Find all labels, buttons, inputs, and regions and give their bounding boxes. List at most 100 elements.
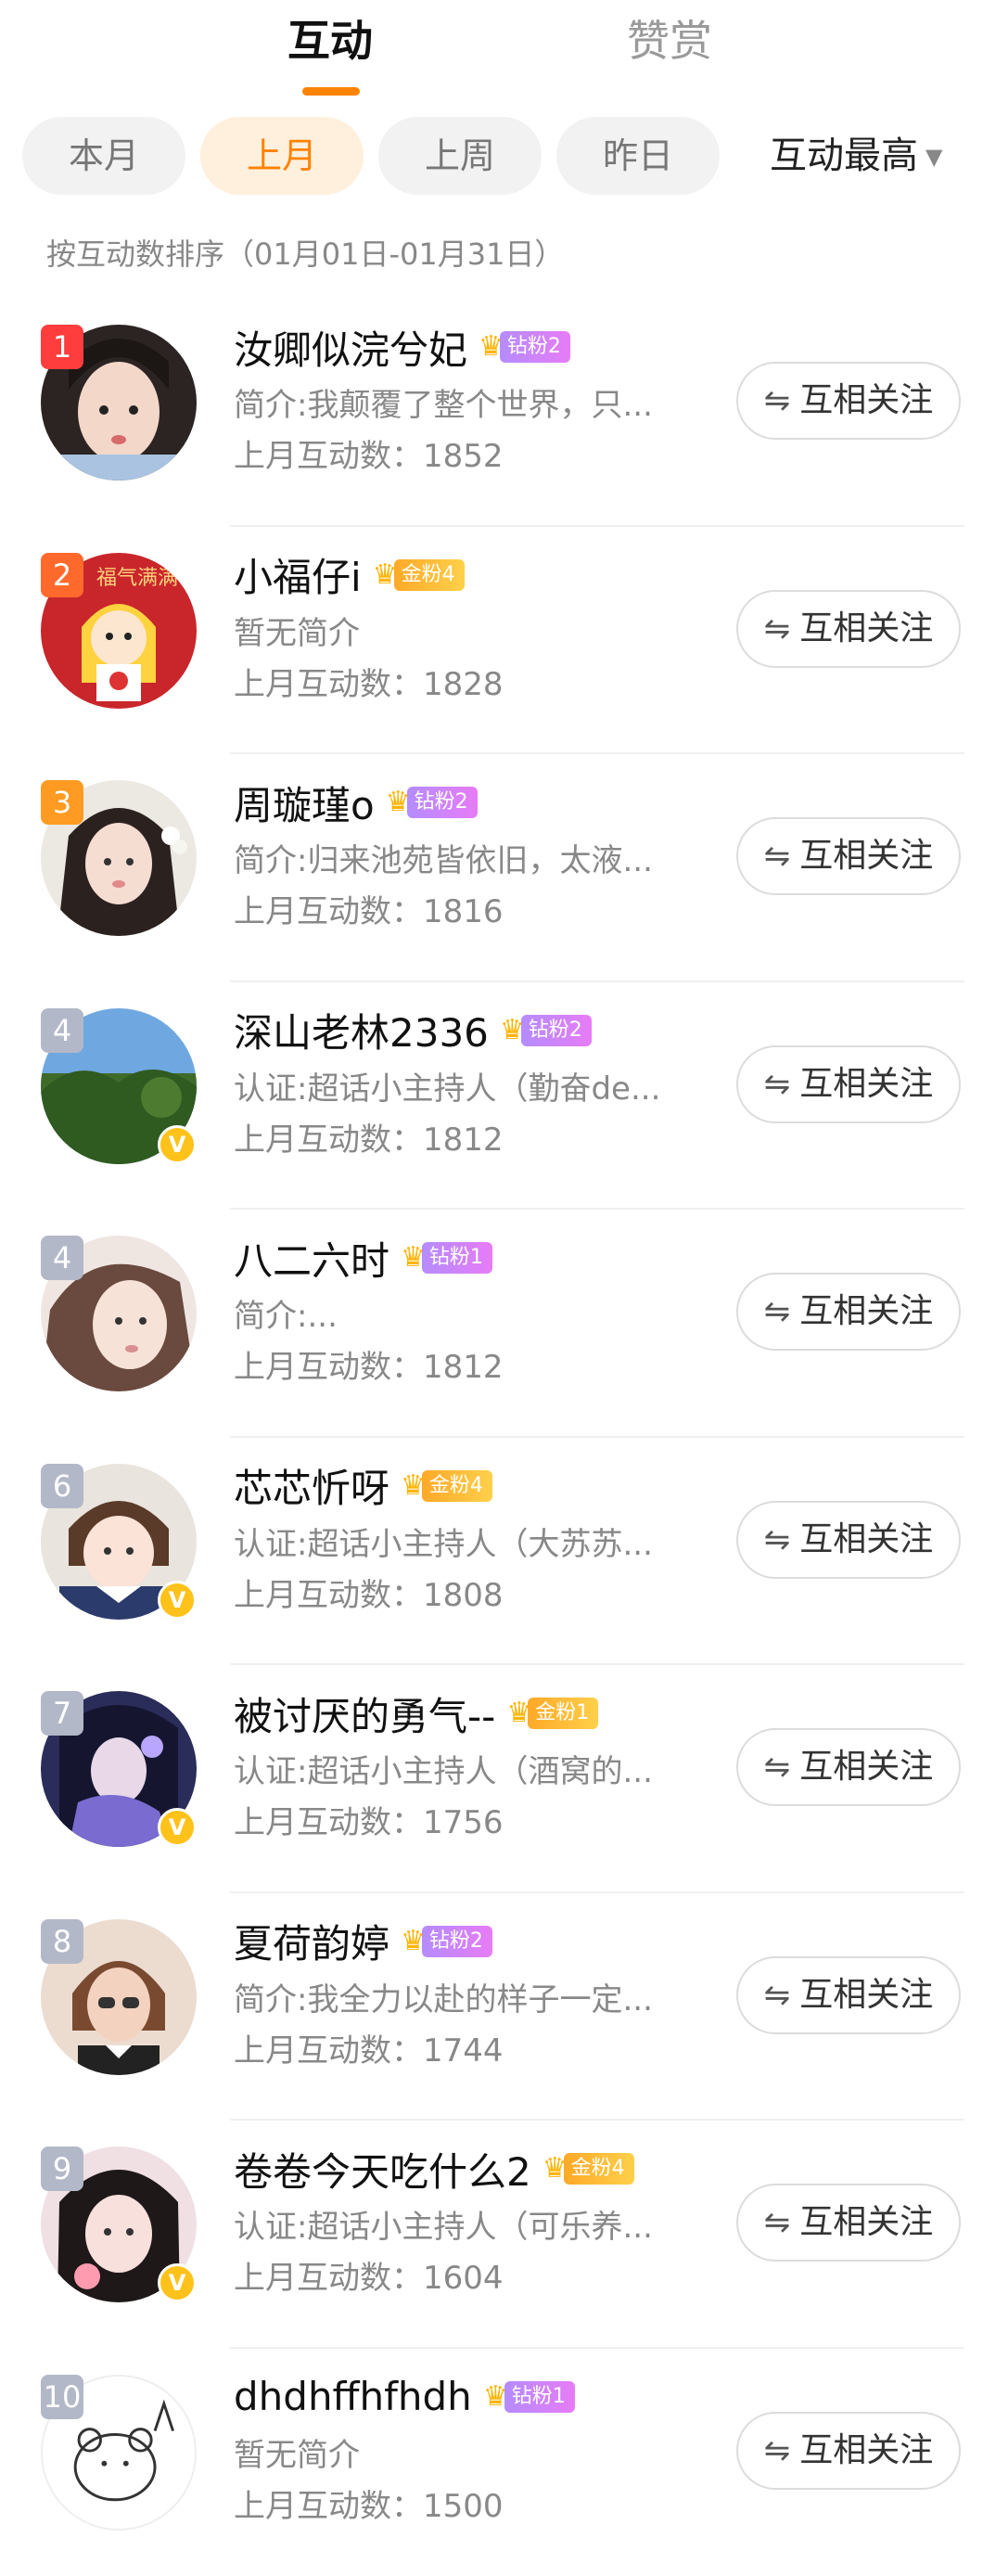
follow-label: 互相关注 bbox=[799, 609, 933, 647]
interaction-count: 上月互动数：1808 bbox=[234, 1573, 504, 1618]
mutual-follow-button[interactable]: ⇋互相关注 bbox=[736, 590, 961, 668]
user-name[interactable]: 汝卿似浣兮妃 bbox=[234, 319, 467, 376]
fan-badge: ♛钻粉1 bbox=[483, 2379, 575, 2415]
user-name[interactable]: dhdhffhfhdh bbox=[234, 2374, 472, 2419]
interaction-count: 上月互动数：1812 bbox=[234, 1118, 504, 1162]
mutual-follow-button[interactable]: ⇋互相关注 bbox=[736, 1273, 961, 1351]
name-line: 八二六时 ♛钻粉1 bbox=[234, 1228, 492, 1288]
list-item[interactable]: 8 夏荷韵婷 ♛钻粉2 简介:我全力以赴的样子一定... 上月互动数：1744 … bbox=[0, 1893, 983, 2121]
list-item[interactable]: V 7 被讨厌的勇气-- ♛金粉1 认证:超话小主持人（酒窝的... 上月互动数… bbox=[0, 1665, 983, 1893]
name-line: 深山老林2336 ♛钻粉2 bbox=[234, 1001, 592, 1060]
fan-level: 钻粉1 bbox=[504, 2381, 575, 2413]
follow-label: 互相关注 bbox=[799, 837, 933, 875]
user-bio: 简介:归来池苑皆依旧，太液... bbox=[234, 839, 697, 882]
follow-label: 互相关注 bbox=[799, 2203, 933, 2241]
follow-label: 互相关注 bbox=[799, 1065, 933, 1103]
swap-arrows-icon: ⇋ bbox=[764, 2204, 791, 2241]
user-name[interactable]: 被讨厌的勇气-- bbox=[234, 1685, 495, 1742]
follow-label: 互相关注 bbox=[799, 2431, 933, 2469]
rank-badge: 1 bbox=[41, 325, 83, 369]
sort-hint: 按互动数排序（01月01日-01月31日） bbox=[46, 236, 564, 273]
fan-badge: ♛金粉4 bbox=[543, 2151, 634, 2186]
user-bio: 简介:... bbox=[234, 1295, 697, 1338]
user-bio: 认证:超话小主持人（酒窝的... bbox=[234, 1750, 697, 1793]
interaction-count: 上月互动数：1744 bbox=[234, 2029, 504, 2073]
user-name[interactable]: 周璇瑾o bbox=[234, 775, 375, 831]
name-line: 小福仔i ♛金粉4 bbox=[234, 545, 465, 605]
mutual-follow-button[interactable]: ⇋互相关注 bbox=[736, 817, 961, 895]
active-tab-indicator bbox=[302, 87, 360, 96]
fan-badge: ♛金粉1 bbox=[506, 1696, 598, 1731]
user-name[interactable]: 深山老林2336 bbox=[234, 1002, 489, 1058]
user-name[interactable]: 芯芯忻呀 bbox=[234, 1457, 389, 1514]
user-bio: 认证:超话小主持人（勤奋de... bbox=[234, 1068, 697, 1110]
name-line: 被讨厌的勇气-- ♛金粉1 bbox=[234, 1684, 598, 1743]
svg-text:福气满满: 福气满满 bbox=[96, 567, 178, 590]
list-item[interactable]: 3 周璇瑾o ♛钻粉2 简介:归来池苑皆依旧，太液... 上月互动数：1816 … bbox=[0, 754, 983, 982]
interaction-count: 上月互动数：1828 bbox=[234, 662, 504, 707]
list-item[interactable]: 1 汝卿似浣兮妃 ♛钻粉2 简介:我颠覆了整个世界，只... 上月互动数：185… bbox=[0, 299, 983, 527]
list-item[interactable]: V 6 芯芯忻呀 ♛金粉4 认证:超话小主持人（大苏苏... 上月互动数：180… bbox=[0, 1438, 983, 1666]
user-name[interactable]: 小福仔i bbox=[234, 546, 362, 603]
tab-interaction[interactable]: 互动 bbox=[287, 13, 373, 69]
rank-badge: 3 bbox=[41, 780, 83, 825]
name-line: 卷卷今天吃什么2 ♛金粉4 bbox=[234, 2139, 634, 2198]
rank-badge: 9 bbox=[41, 2147, 83, 2191]
user-name[interactable]: 八二六时 bbox=[234, 1230, 389, 1287]
top-tab-bar: 互动 赞赏 bbox=[0, 0, 983, 111]
filter-this-month[interactable]: 本月 bbox=[22, 117, 185, 195]
filter-last-month[interactable]: 上月 bbox=[200, 117, 364, 195]
swap-arrows-icon: ⇋ bbox=[764, 1521, 791, 1558]
fan-badge: ♛金粉4 bbox=[401, 1468, 492, 1504]
fan-level: 钻粉1 bbox=[422, 1242, 492, 1274]
swap-arrows-icon: ⇋ bbox=[764, 610, 791, 647]
rank-badge: 6 bbox=[41, 1464, 83, 1508]
user-bio: 暂无简介 bbox=[234, 2434, 697, 2477]
fan-level: 钻粉2 bbox=[407, 787, 478, 818]
fan-badge: ♛钻粉2 bbox=[479, 329, 570, 365]
mutual-follow-button[interactable]: ⇋互相关注 bbox=[736, 362, 961, 440]
fan-level: 金粉4 bbox=[394, 559, 465, 591]
fan-badge: ♛金粉4 bbox=[373, 557, 465, 593]
name-line: 周璇瑾o ♛钻粉2 bbox=[234, 773, 478, 832]
filter-last-week[interactable]: 上周 bbox=[378, 117, 542, 195]
caret-down-icon: ▼ bbox=[926, 144, 942, 170]
swap-arrows-icon: ⇋ bbox=[764, 1749, 791, 1786]
list-item[interactable]: 福气满满 2 小福仔i ♛金粉4 暂无简介 上月互动数：1828 ⇋互相关注 bbox=[0, 527, 983, 755]
verified-icon: V bbox=[158, 1581, 197, 1620]
mutual-follow-button[interactable]: ⇋互相关注 bbox=[736, 1956, 961, 2034]
fan-badge: ♛钻粉1 bbox=[401, 1240, 492, 1275]
verified-icon: V bbox=[158, 2263, 197, 2302]
verified-icon: V bbox=[158, 1125, 197, 1164]
sort-dropdown[interactable]: 互动最高▼ bbox=[770, 117, 942, 195]
mutual-follow-button[interactable]: ⇋互相关注 bbox=[736, 2184, 961, 2262]
list-item[interactable]: V 9 卷卷今天吃什么2 ♛金粉4 认证:超话小主持人（可乐养... 上月互动数… bbox=[0, 2121, 983, 2349]
mutual-follow-button[interactable]: ⇋互相关注 bbox=[736, 1045, 961, 1123]
fan-level: 钻粉2 bbox=[521, 1015, 592, 1046]
swap-arrows-icon: ⇋ bbox=[764, 1066, 791, 1103]
user-name[interactable]: 卷卷今天吃什么2 bbox=[234, 2141, 531, 2198]
follow-label: 互相关注 bbox=[799, 1976, 933, 2014]
user-name[interactable]: 夏荷韵婷 bbox=[234, 1913, 389, 1969]
fan-level: 金粉4 bbox=[422, 1470, 492, 1502]
fan-level: 金粉1 bbox=[528, 1698, 598, 1729]
mutual-follow-button[interactable]: ⇋互相关注 bbox=[736, 2412, 961, 2490]
user-bio: 简介:我全力以赴的样子一定... bbox=[234, 1979, 697, 2021]
follow-label: 互相关注 bbox=[799, 381, 933, 419]
mutual-follow-button[interactable]: ⇋互相关注 bbox=[736, 1501, 961, 1579]
filter-yesterday[interactable]: 昨日 bbox=[556, 117, 720, 195]
follow-label: 互相关注 bbox=[799, 1292, 933, 1330]
interaction-count: 上月互动数：1604 bbox=[234, 2256, 504, 2300]
interaction-count: 上月互动数：1812 bbox=[234, 1345, 504, 1390]
fan-level: 金粉4 bbox=[564, 2153, 634, 2185]
rank-badge: 10 bbox=[41, 2375, 83, 2419]
mutual-follow-button[interactable]: ⇋互相关注 bbox=[736, 1728, 961, 1806]
user-bio: 认证:超话小主持人（可乐养... bbox=[234, 2206, 697, 2249]
list-item[interactable]: 4 八二六时 ♛钻粉1 简介:... 上月互动数：1812 ⇋互相关注 bbox=[0, 1210, 983, 1438]
interaction-count: 上月互动数：1816 bbox=[234, 890, 504, 934]
tab-reward[interactable]: 赞赏 bbox=[627, 13, 712, 69]
list-item[interactable]: V 4 深山老林2336 ♛钻粉2 认证:超话小主持人（勤奋de... 上月互动… bbox=[0, 982, 983, 1211]
swap-arrows-icon: ⇋ bbox=[764, 2432, 791, 2469]
fan-badge: ♛钻粉2 bbox=[401, 1924, 492, 1959]
list-item[interactable]: 10 dhdhffhfhdh ♛钻粉1 暂无简介 上月互动数：1500 ⇋互相关… bbox=[0, 2349, 983, 2576]
